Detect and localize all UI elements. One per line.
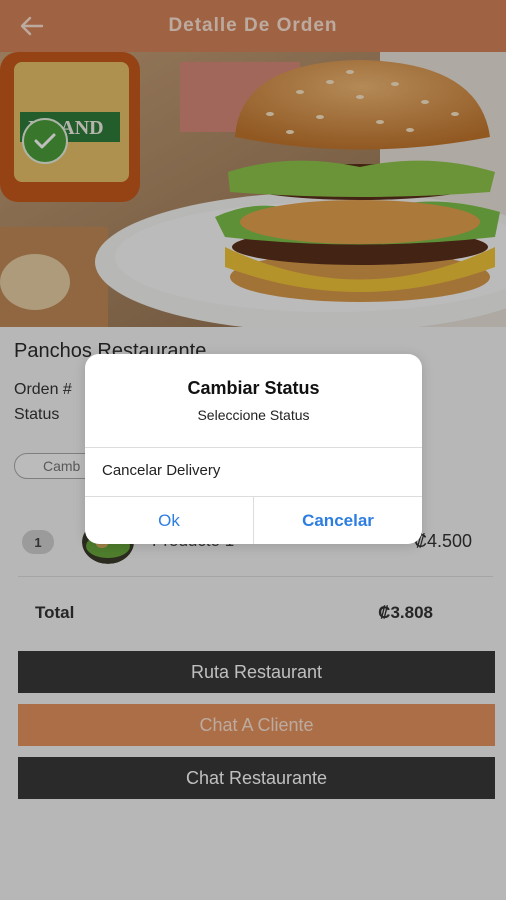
dialog-title: Cambiar Status	[187, 378, 320, 398]
dialog-subtitle: Seleccione Status	[197, 407, 310, 423]
status-option-cancel-delivery[interactable]: Cancelar Delivery	[85, 448, 422, 496]
ok-button[interactable]: Ok	[85, 497, 253, 544]
cancel-button[interactable]: Cancelar	[254, 497, 422, 544]
change-status-dialog: Cambiar Status Seleccione Status Cancela…	[85, 354, 422, 544]
